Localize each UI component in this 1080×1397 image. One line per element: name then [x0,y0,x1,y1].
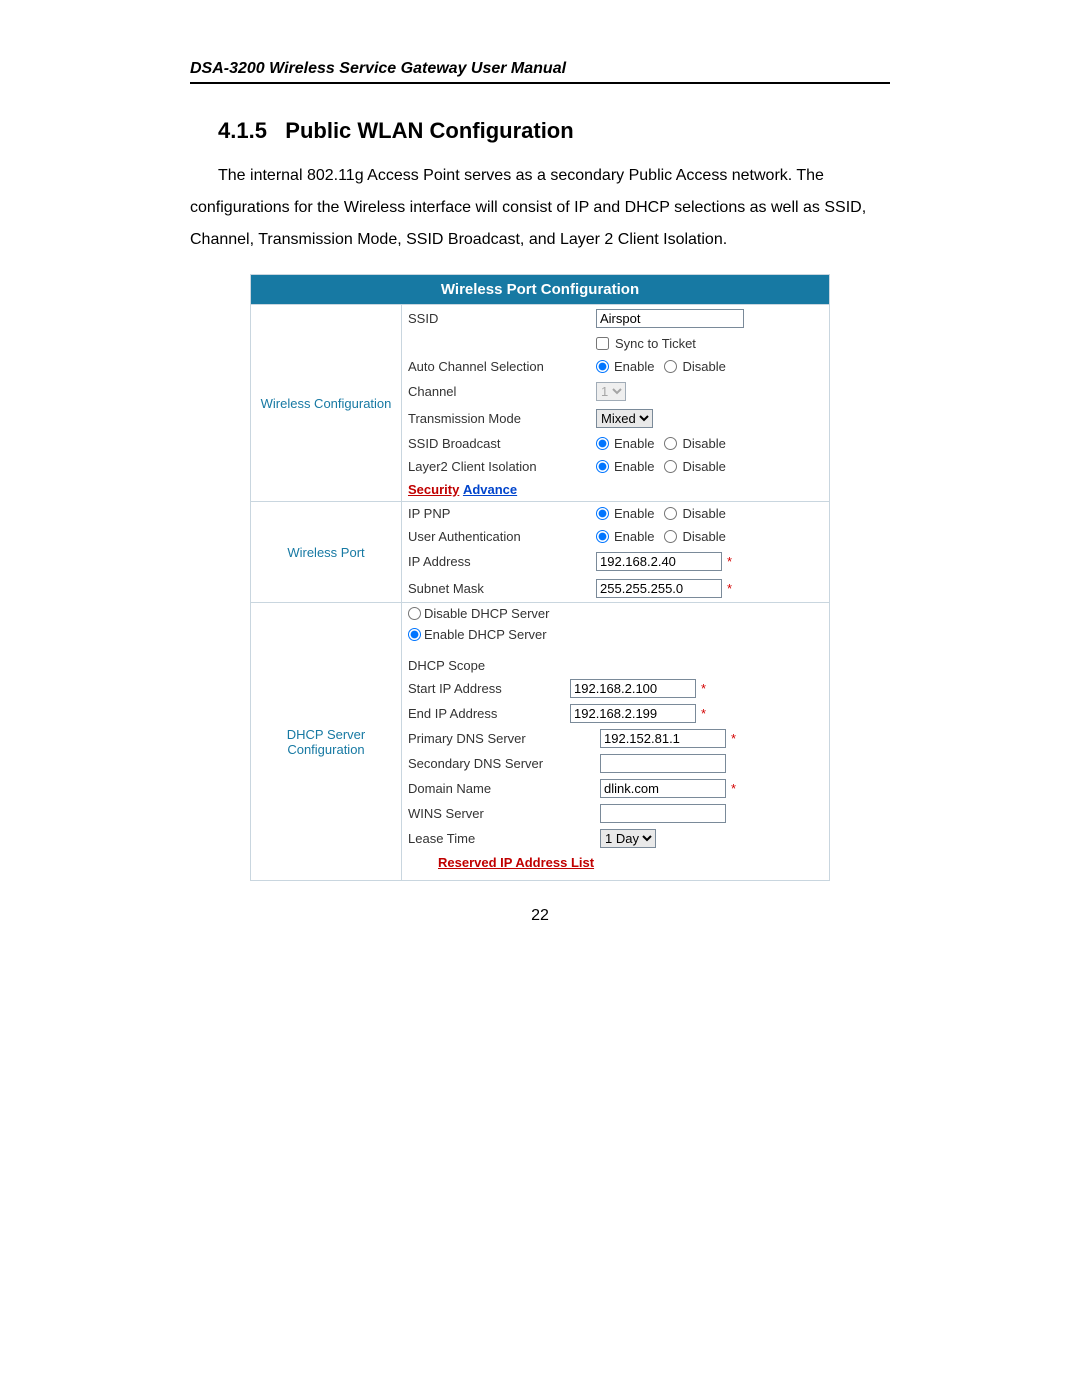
secondary-dns-label: Secondary DNS Server [408,756,600,771]
lease-time-label: Lease Time [408,831,600,846]
trans-mode-label: Transmission Mode [408,411,596,426]
ssid-broadcast-enable-label: Enable [614,436,654,451]
ip-pnp-enable-label: Enable [614,506,654,521]
ssid-broadcast-disable-radio[interactable] [664,437,677,450]
domain-name-label: Domain Name [408,781,600,796]
reserved-ip-link[interactable]: Reserved IP Address List [438,855,594,870]
section2-content: IP PNP Enable Disable User Authenticatio… [402,502,830,603]
ssid-broadcast-disable-label: Disable [682,436,725,451]
dhcp-scope-label: DHCP Scope [408,658,485,673]
section-title: Public WLAN Configuration [285,118,573,143]
body-text: The internal 802.11g Access Point serves… [190,167,866,248]
wins-server-input[interactable] [600,804,726,823]
auto-channel-label: Auto Channel Selection [408,359,596,374]
l2-isolation-enable-radio[interactable] [596,460,609,473]
domain-name-input[interactable] [600,779,726,798]
ip-pnp-disable-label: Disable [682,506,725,521]
panel-title: Wireless Port Configuration [251,275,830,305]
l2-isolation-disable-label: Disable [682,459,725,474]
required-star: * [731,781,736,796]
page-number: 22 [190,907,890,925]
dhcp-disable-radio[interactable] [408,607,421,620]
wins-server-label: WINS Server [408,806,600,821]
user-auth-disable-label: Disable [682,529,725,544]
required-star: * [727,554,732,569]
ssid-broadcast-label: SSID Broadcast [408,436,596,451]
user-auth-enable-radio[interactable] [596,530,609,543]
dhcp-enable-label: Enable DHCP Server [424,627,547,642]
sync-to-ticket-label: Sync to Ticket [615,336,696,351]
user-auth-disable-radio[interactable] [664,530,677,543]
start-ip-input[interactable] [570,679,696,698]
auto-channel-disable-radio[interactable] [664,360,677,373]
ssid-broadcast-enable-radio[interactable] [596,437,609,450]
auto-channel-enable-label: Enable [614,359,654,374]
dhcp-enable-radio[interactable] [408,628,421,641]
section3-content: Disable DHCP Server Enable DHCP Server D… [402,603,830,881]
end-ip-label: End IP Address [408,706,570,721]
security-link[interactable]: Security [408,482,459,497]
channel-label: Channel [408,384,596,399]
user-auth-enable-label: Enable [614,529,654,544]
ip-pnp-enable-radio[interactable] [596,507,609,520]
sync-to-ticket-checkbox[interactable] [596,337,609,350]
section1-label: Wireless Configuration [251,305,402,502]
l2-isolation-disable-radio[interactable] [664,460,677,473]
ip-address-input[interactable] [596,552,722,571]
lease-time-select[interactable]: 1 Day [600,829,656,848]
doc-header: DSA-3200 Wireless Service Gateway User M… [190,60,890,84]
ip-pnp-label: IP PNP [408,506,596,521]
ip-pnp-disable-radio[interactable] [664,507,677,520]
config-table: Wireless Port Configuration Wireless Con… [250,274,830,881]
l2-isolation-label: Layer2 Client Isolation [408,459,596,474]
body-paragraph: The internal 802.11g Access Point serves… [190,160,890,256]
required-star: * [701,706,706,721]
advance-link[interactable]: Advance [463,482,517,497]
required-star: * [701,681,706,696]
section3-label: DHCP Server Configuration [251,603,402,881]
auto-channel-disable-label: Disable [682,359,725,374]
l2-isolation-enable-label: Enable [614,459,654,474]
dhcp-disable-label: Disable DHCP Server [424,606,549,621]
subnet-mask-label: Subnet Mask [408,581,596,596]
end-ip-input[interactable] [570,704,696,723]
section2-label: Wireless Port [251,502,402,603]
ssid-label: SSID [408,311,596,326]
ssid-input[interactable] [596,309,744,328]
section-heading: 4.1.5 Public WLAN Configuration [218,118,890,144]
required-star: * [731,731,736,746]
start-ip-label: Start IP Address [408,681,570,696]
trans-mode-select[interactable]: Mixed [596,409,653,428]
required-star: * [727,581,732,596]
section1-content: SSID Sync to Ticket Auto Channel Selecti… [402,305,830,502]
primary-dns-label: Primary DNS Server [408,731,600,746]
auto-channel-enable-radio[interactable] [596,360,609,373]
user-auth-label: User Authentication [408,529,596,544]
section-number: 4.1.5 [218,118,267,143]
channel-select[interactable]: 1 [596,382,626,401]
secondary-dns-input[interactable] [600,754,726,773]
ip-address-label: IP Address [408,554,596,569]
subnet-mask-input[interactable] [596,579,722,598]
page: DSA-3200 Wireless Service Gateway User M… [0,0,1080,1397]
primary-dns-input[interactable] [600,729,726,748]
